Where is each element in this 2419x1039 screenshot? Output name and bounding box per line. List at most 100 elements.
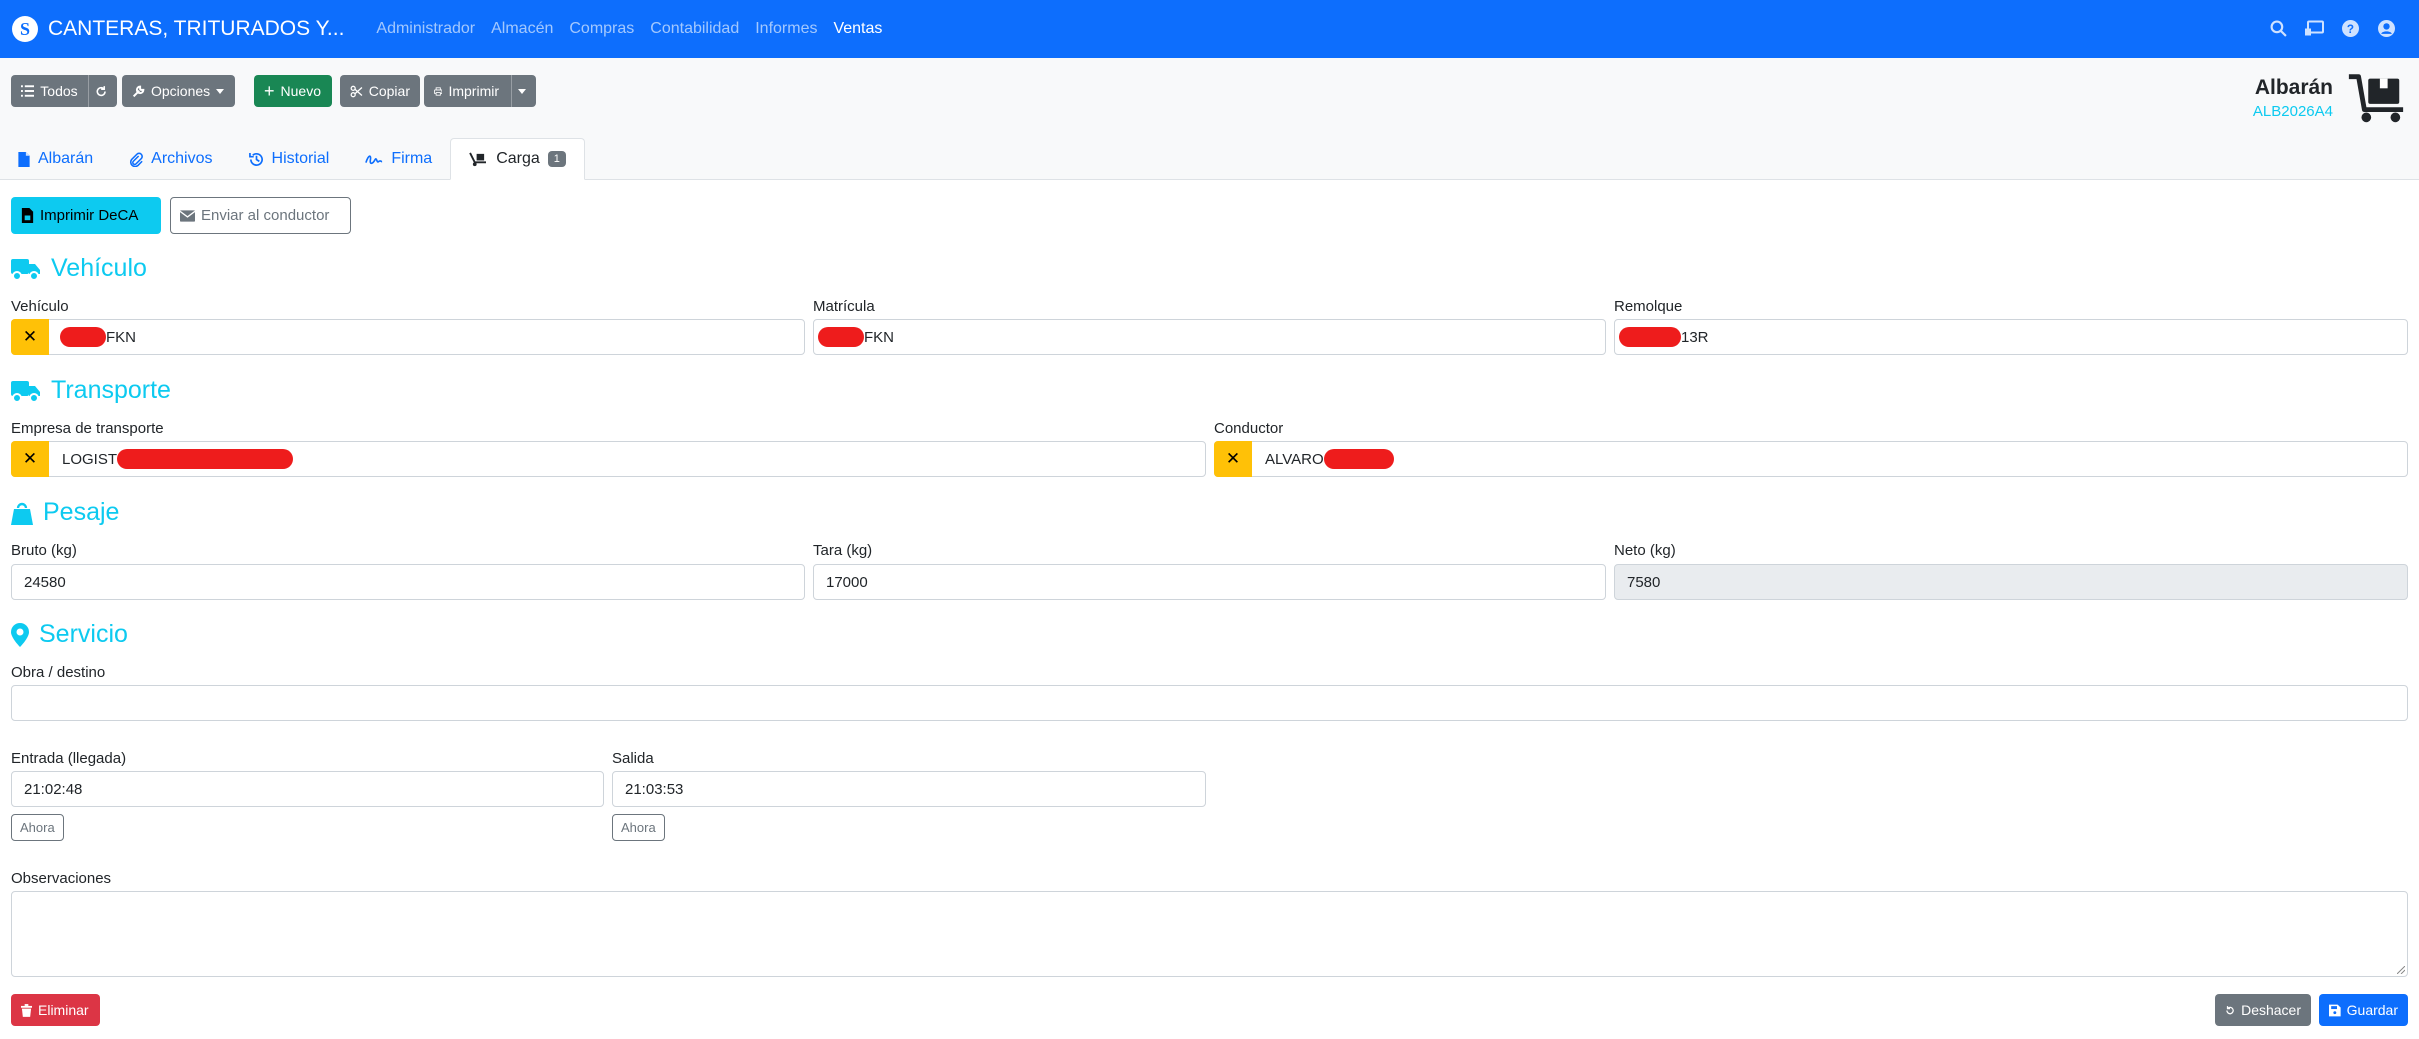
conductor-value: ALVARO [1265,450,1324,468]
vehiculo-value: FKN [106,328,136,346]
tab-archivos[interactable]: Archivos [111,138,230,180]
eliminar-button[interactable]: Eliminar [11,994,100,1026]
printer-icon [434,86,443,96]
file-pdf-icon [21,208,34,223]
menu-contabilidad[interactable]: Contabilidad [642,20,747,38]
salida-ahora-button[interactable]: Ahora [612,814,665,841]
bruto-field[interactable]: 24580 [11,564,805,600]
deshacer-label: Deshacer [2241,1002,2301,1018]
remolque-label: Remolque [1614,298,1683,315]
neto-value: 7580 [1627,573,1661,591]
obra-label: Obra / destino [11,664,106,681]
clear-empresa-button[interactable]: ✕ [11,441,49,477]
tara-field[interactable]: 17000 [813,564,1606,600]
clear-conductor-button[interactable]: ✕ [1214,441,1252,477]
menu-ventas[interactable]: Ventas [825,20,890,38]
matricula-value: FKN [864,328,894,346]
tara-value: 17000 [826,573,868,591]
main-menu: Administrador Almacén Compras Contabilid… [368,20,890,38]
guardar-button[interactable]: Guardar [2319,994,2408,1026]
tab-firma[interactable]: Firma [347,138,450,180]
deshacer-button[interactable]: Deshacer [2215,994,2311,1026]
weight-icon [11,502,33,525]
clear-vehiculo-button[interactable]: ✕ [11,319,49,355]
company-name[interactable]: CANTERAS, TRITURADOS Y... [48,17,344,41]
copiar-button[interactable]: Copiar [340,75,420,107]
menu-informes[interactable]: Informes [747,20,825,38]
neto-label: Neto (kg) [1614,542,1676,559]
app-logo[interactable]: S [12,16,38,42]
tab-carga-label: Carga [496,150,540,167]
resize-handle-icon[interactable] [2397,966,2405,974]
nuevo-label: Nuevo [280,83,321,99]
tab-albaran[interactable]: Albarán [0,138,111,180]
menu-administrador[interactable]: Administrador [368,20,483,38]
opciones-label: Opciones [151,83,211,99]
tab-firma-label: Firma [391,150,433,167]
copiar-label: Copiar [368,83,410,99]
entrada-field[interactable]: 21:02:48 [11,771,604,807]
list-icon [21,85,35,97]
caret-down-icon[interactable] [518,88,526,94]
section-vehiculo: Vehículo [11,254,147,283]
conductor-field[interactable]: ALVARO [1214,441,2408,477]
envelope-icon [180,209,195,222]
logo-letter: S [19,18,30,39]
todos-label: Todos [40,83,78,99]
todos-button[interactable]: Todos [11,75,117,107]
enviar-conductor-button[interactable]: Enviar al conductor [170,197,351,234]
observaciones-textarea[interactable] [11,891,2408,977]
imprimir-label: Imprimir [448,83,499,99]
redacted-block [1323,449,1394,469]
truck-loading-icon [469,152,487,166]
redacted-block [60,327,106,347]
close-icon: ✕ [22,449,38,468]
plus-icon: + [264,81,275,101]
entrada-value: 21:02:48 [24,780,83,798]
tab-historial[interactable]: Historial [231,138,348,180]
salida-label: Salida [612,750,654,767]
bruto-value: 24580 [24,573,66,591]
enviar-conductor-label: Enviar al conductor [201,207,330,224]
map-pin-icon [11,622,29,647]
bruto-label: Bruto (kg) [11,542,77,559]
nuevo-button[interactable]: + Nuevo [254,75,332,107]
tara-label: Tara (kg) [813,542,873,559]
salida-field[interactable]: 21:03:53 [612,771,1206,807]
obra-field[interactable] [11,685,2408,721]
neto-field: 7580 [1614,564,2408,600]
document-code[interactable]: ALB2026A4 [2253,103,2333,120]
matricula-field[interactable]: FKN [813,319,1606,355]
help-icon[interactable]: ? [2339,17,2361,39]
imprimir-deca-button[interactable]: Imprimir DeCA [11,197,161,234]
tab-carga-badge: 1 [547,151,566,167]
close-icon: ✕ [22,327,38,346]
top-icons: ? [2267,17,2397,39]
signature-icon [365,155,383,165]
cast-icon[interactable] [2303,17,2325,39]
entrada-ahora-button[interactable]: Ahora [11,814,64,841]
opciones-button[interactable]: Opciones [122,75,235,107]
truck-icon [11,258,40,281]
search-icon[interactable] [2267,17,2289,39]
vehiculo-field[interactable]: FKN [11,319,805,355]
top-navbar: S CANTERAS, TRITURADOS Y... Administrado… [0,0,2419,58]
menu-compras[interactable]: Compras [561,20,642,38]
wrench-icon [132,85,145,97]
tab-carga[interactable]: Carga 1 [450,138,585,180]
section-transporte: Transporte [11,376,171,405]
remolque-field[interactable]: 13R [1614,319,2408,355]
section-pesaje: Pesaje [11,498,119,527]
dolly-icon [2348,74,2404,123]
refresh-icon[interactable] [95,85,107,98]
empresa-value: LOGIST [62,450,118,468]
menu-almacen[interactable]: Almacén [483,20,561,38]
redacted-block [117,449,294,469]
empresa-label: Empresa de transporte [11,420,164,437]
save-icon [2329,1004,2341,1016]
tab-archivos-label: Archivos [151,150,213,167]
imprimir-button[interactable]: Imprimir [424,75,536,107]
truck-fast-icon [11,380,40,403]
user-icon[interactable] [2375,17,2397,39]
empresa-field[interactable]: LOGIST [11,441,1206,477]
